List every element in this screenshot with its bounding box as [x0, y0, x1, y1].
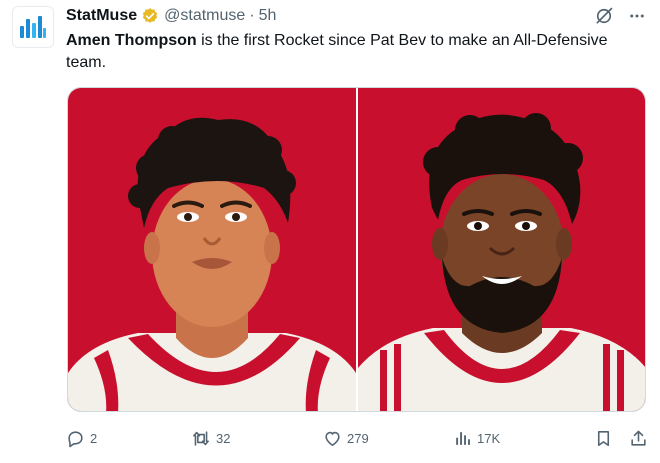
timestamp[interactable]: 5h	[259, 7, 277, 25]
like-button[interactable]: 279	[323, 429, 453, 448]
player-mention: Amen Thompson	[66, 32, 197, 49]
separator-dot: ·	[249, 7, 255, 24]
views-count: 17K	[477, 430, 501, 446]
reply-count: 2	[90, 430, 98, 446]
more-icon[interactable]	[628, 7, 646, 25]
tweet-header: StatMuse @statmuse · 5h	[66, 5, 646, 27]
views-icon	[456, 431, 470, 445]
views-button[interactable]: 17K	[453, 429, 573, 448]
like-icon	[325, 431, 340, 446]
author-handle[interactable]: @statmuse	[164, 7, 245, 25]
bookmark-icon[interactable]	[594, 429, 613, 448]
media-image-left[interactable]	[68, 88, 356, 411]
reply-icon	[68, 430, 83, 447]
retweet-icon	[193, 430, 209, 446]
tweet-text: Amen Thompson is the first Rocket since …	[66, 30, 646, 74]
player-illustration-left	[68, 117, 356, 411]
grok-icon[interactable]	[594, 6, 614, 26]
retweet-button[interactable]: 32	[191, 429, 323, 448]
verified-badge-icon[interactable]	[141, 7, 159, 25]
media-grid	[67, 87, 646, 412]
action-bar: 2 32 279 17K	[66, 426, 648, 450]
author-name[interactable]: StatMuse	[66, 7, 137, 25]
share-icon[interactable]	[629, 429, 648, 448]
like-count: 279	[347, 430, 369, 446]
avatar[interactable]	[12, 6, 54, 48]
player-illustration-right	[357, 113, 645, 411]
media-image-right[interactable]	[357, 88, 645, 411]
statmuse-logo-icon	[20, 16, 46, 38]
reply-button[interactable]: 2	[66, 429, 191, 448]
retweet-count: 32	[216, 430, 231, 446]
